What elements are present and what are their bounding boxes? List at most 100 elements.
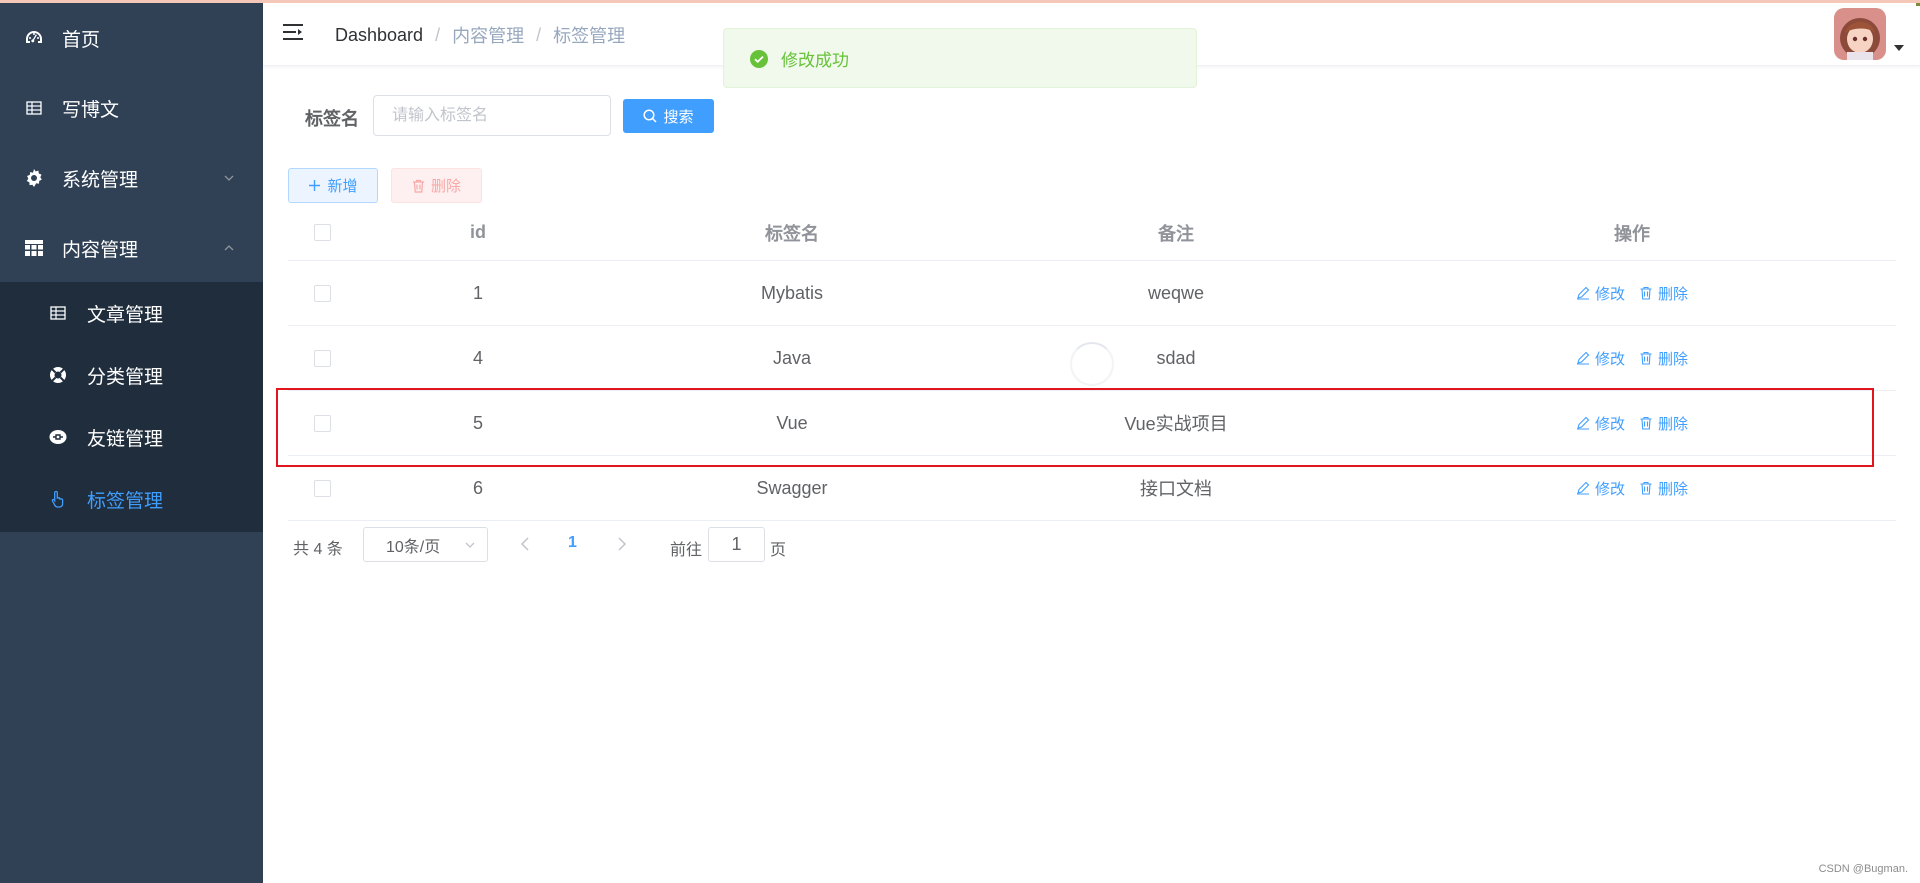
chevron-up-icon [224, 245, 234, 251]
sidebar-item-label: 内容管理 [62, 239, 139, 261]
cell-tag-name: Java [772, 347, 812, 368]
lifebuoy-icon [48, 365, 68, 385]
cell-id: 4 [472, 347, 483, 368]
app-root: 首页 写博文 系统管理 内容管理 文章管理 分类管理 友链管理 标签管理 Das… [0, 0, 1920, 883]
dashboard-icon [24, 28, 44, 48]
row-checkbox-cell [288, 326, 356, 390]
plus-icon [309, 180, 321, 191]
sidebar-item-write-post[interactable]: 写博文 [0, 73, 263, 143]
sidebar-item-label: 友链管理 [87, 428, 164, 450]
sidebar-item-home[interactable]: 首页 [0, 3, 263, 73]
cell-note: sdad [1156, 347, 1196, 368]
edit-icon [1576, 481, 1590, 495]
next-page-icon[interactable] [616, 534, 628, 554]
sidebar-item-label: 标签管理 [87, 490, 164, 512]
cell-tag-name: Mybatis [760, 282, 823, 303]
breadcrumb-dashboard[interactable]: Dashboard [335, 25, 423, 46]
toast-message: 修改成功 [781, 50, 849, 70]
row-checkbox[interactable] [313, 349, 331, 367]
sidebar-item-label: 系统管理 [62, 169, 139, 191]
row-checkbox[interactable] [313, 479, 331, 497]
breadcrumb-separator: / [435, 24, 441, 45]
breadcrumb: Dashboard / 内容管理 / 标签管理 [335, 22, 625, 48]
red-highlight-box [276, 388, 1874, 467]
sidebar-item-system[interactable]: 系统管理 [0, 143, 263, 213]
delete-link[interactable]: 删除 [1639, 348, 1688, 369]
trash-icon [412, 179, 424, 193]
page-number-current[interactable]: 1 [568, 534, 577, 552]
search-icon [643, 109, 658, 123]
table-row: 1 Mybatis weqwe 修改 删除 [288, 261, 1896, 326]
table-icon [24, 98, 44, 118]
edit-label: 修改 [1594, 480, 1625, 498]
add-button-label: 新增 [327, 178, 358, 195]
batch-delete-label: 删除 [430, 178, 461, 195]
column-header: 标签名 [765, 223, 819, 244]
avatar[interactable] [1834, 8, 1886, 60]
caret-down-icon[interactable] [1894, 44, 1904, 52]
cell-note: weqwe [1147, 282, 1205, 303]
column-header: 操作 [1614, 223, 1650, 244]
sidebar-item-articles[interactable]: 文章管理 [0, 282, 263, 344]
watermark: CSDN @Bugman. [1818, 863, 1908, 875]
edit-link[interactable]: 修改 [1576, 478, 1625, 499]
breadcrumb-separator: / [536, 24, 542, 45]
goto-page-input[interactable] [708, 527, 765, 562]
sidebar: 首页 写博文 系统管理 内容管理 文章管理 分类管理 友链管理 标签管理 [0, 0, 263, 883]
sidebar-item-content[interactable]: 内容管理 [0, 213, 263, 283]
gear-icon [24, 168, 44, 188]
cell-id: 1 [472, 282, 483, 303]
page-size-select[interactable]: 10条/页 [363, 527, 488, 562]
sidebar-item-links[interactable]: 友链管理 [0, 406, 263, 468]
sidebar-item-categories[interactable]: 分类管理 [0, 344, 263, 406]
grid-icon [24, 238, 44, 258]
chevron-down-icon [224, 175, 234, 181]
sidebar-item-label: 首页 [62, 29, 101, 51]
top-accent-line [0, 0, 1920, 3]
trash-icon [1640, 481, 1652, 495]
prev-page-icon[interactable] [519, 534, 531, 554]
tag-name-search-input[interactable] [373, 95, 611, 136]
sidebar-item-label: 分类管理 [87, 366, 164, 388]
page-suffix: 页 [770, 542, 787, 559]
edit-link[interactable]: 修改 [1576, 283, 1625, 304]
row-checkbox[interactable] [313, 284, 331, 302]
cell-operations: 修改 删除 [1368, 326, 1896, 390]
sidebar-item-label: 文章管理 [87, 304, 164, 326]
edit-icon [1576, 286, 1590, 300]
delete-link[interactable]: 删除 [1639, 283, 1688, 304]
batch-delete-button[interactable]: 删除 [391, 168, 482, 203]
edit-icon [1576, 351, 1590, 365]
page-size-value: 10条/页 [386, 538, 441, 556]
cell-operations: 修改 删除 [1368, 261, 1896, 325]
header-checkbox-cell [288, 205, 356, 260]
column-header: id [470, 222, 486, 242]
link-badge-icon [48, 427, 68, 447]
success-toast: 修改成功 [723, 28, 1197, 88]
add-button[interactable]: 新增 [288, 168, 378, 203]
loading-spinner [1070, 342, 1114, 386]
delete-label: 删除 [1658, 480, 1689, 498]
edit-link[interactable]: 修改 [1576, 348, 1625, 369]
column-header: 备注 [1158, 223, 1194, 244]
edit-label: 修改 [1594, 350, 1625, 368]
pagination-total: 共 4 条 [293, 541, 343, 558]
search-button-label: 搜索 [663, 108, 694, 126]
delete-label: 删除 [1658, 350, 1689, 368]
submenu-content: 文章管理 分类管理 友链管理 标签管理 [0, 282, 263, 532]
table-icon [48, 303, 68, 323]
select-all-checkbox[interactable] [313, 224, 331, 241]
search-button[interactable]: 搜索 [623, 99, 714, 133]
row-checkbox-cell [288, 261, 356, 325]
table-header: id 标签名 备注 操作 [288, 205, 1896, 261]
sidebar-item-tags[interactable]: 标签管理 [0, 468, 263, 530]
hamburger-menu-icon[interactable] [283, 22, 305, 42]
chevron-down-icon [465, 542, 475, 548]
search-label: 标签名 [305, 109, 359, 129]
check-circle-icon [750, 50, 768, 68]
hand-pointer-icon [48, 489, 68, 509]
trash-icon [1640, 286, 1652, 300]
edit-label: 修改 [1594, 285, 1625, 303]
delete-link[interactable]: 删除 [1639, 478, 1688, 499]
goto-label: 前往 [670, 542, 703, 559]
